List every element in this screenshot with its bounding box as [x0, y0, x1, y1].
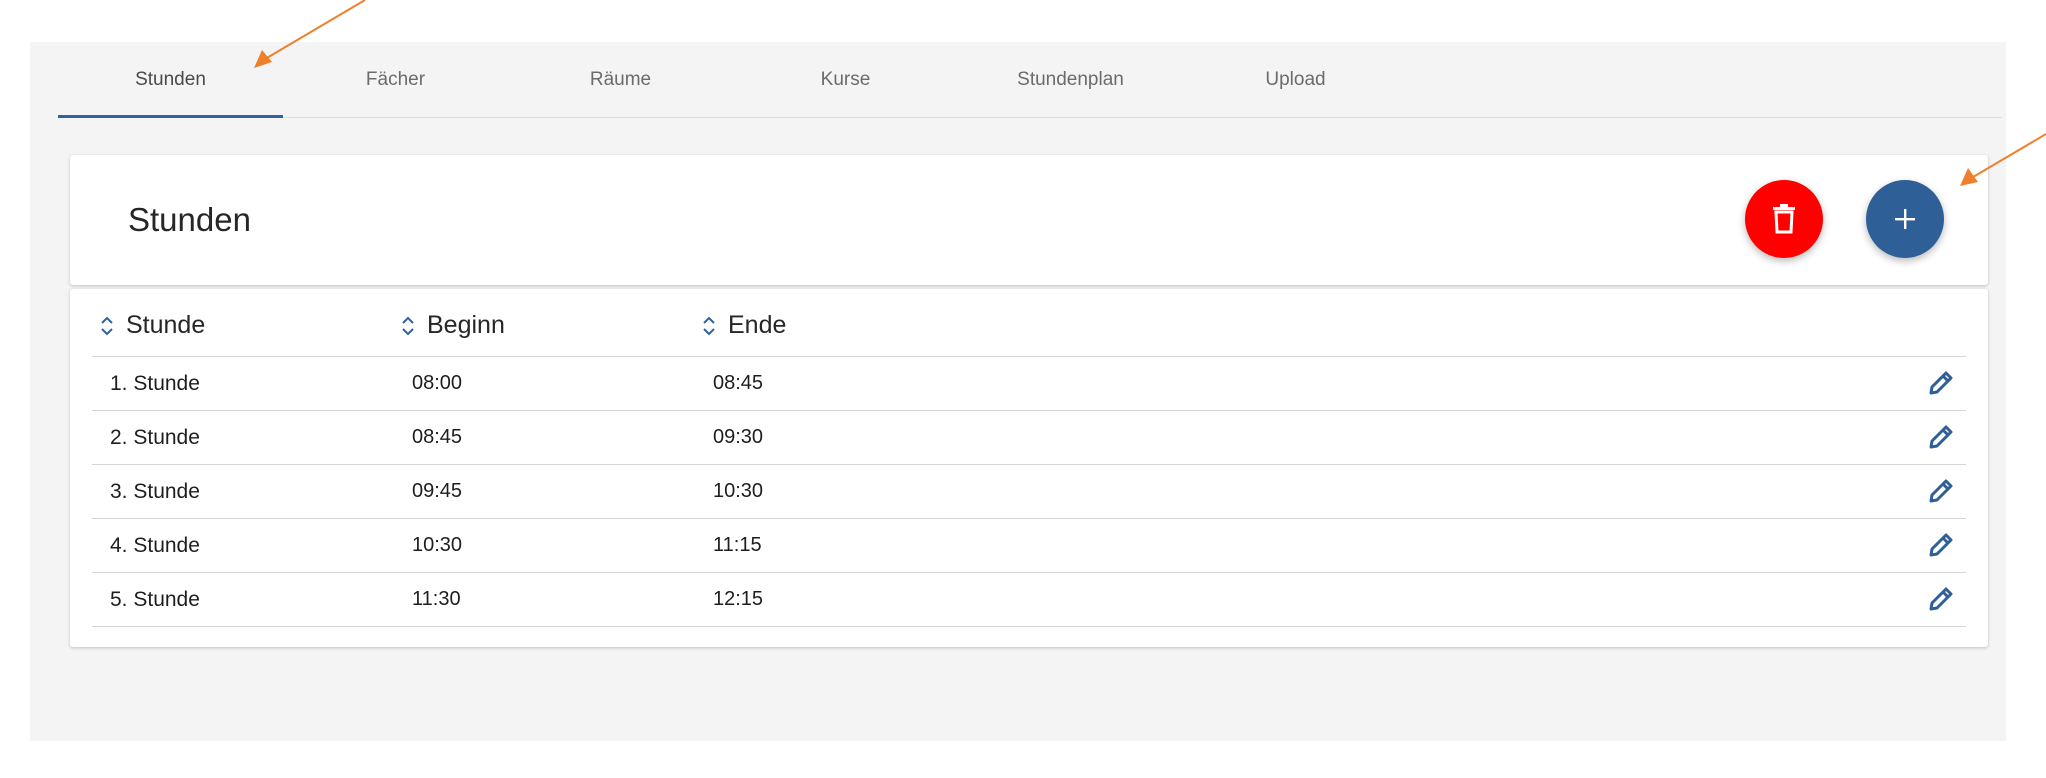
trash-icon [1773, 204, 1795, 234]
table-row: 3. Stunde 09:45 10:30 [92, 465, 1966, 519]
column-header-stunde[interactable]: Stunde [100, 311, 205, 340]
cell-stunde: 2. Stunde [110, 425, 200, 449]
tab-faecher[interactable]: Fächer [283, 42, 508, 117]
cell-ende: 11:15 [713, 534, 762, 556]
header-card: Stunden [70, 155, 1988, 285]
pencil-icon [1929, 587, 1953, 611]
add-button[interactable] [1866, 180, 1944, 258]
pencil-icon [1929, 371, 1953, 395]
sort-chevrons-icon [100, 315, 114, 337]
sort-chevrons-icon [702, 315, 716, 337]
cell-stunde: 5. Stunde [110, 587, 200, 611]
cell-beginn: 09:45 [412, 480, 463, 502]
pencil-icon [1929, 425, 1953, 449]
tab-label: Stunden [135, 68, 206, 90]
table-card: Stunde Beginn Ende 1. Stunde 08:00 08:45… [70, 289, 1988, 647]
tab-raeume[interactable]: Räume [508, 42, 733, 117]
table-row: 1. Stunde 08:00 08:45 [92, 357, 1966, 411]
edit-row-button[interactable] [1926, 584, 1956, 614]
pencil-icon [1929, 479, 1953, 503]
edit-row-button[interactable] [1926, 368, 1956, 398]
cell-stunde: 1. Stunde [110, 371, 200, 395]
tab-label: Stundenplan [1017, 68, 1124, 90]
tab-label: Upload [1265, 68, 1326, 90]
pencil-icon [1929, 533, 1953, 557]
lessons-table: Stunde Beginn Ende 1. Stunde 08:00 08:45… [92, 289, 1966, 627]
cell-ende: 12:15 [713, 588, 764, 610]
tab-stundenplan[interactable]: Stundenplan [958, 42, 1183, 117]
table-row: 5. Stunde 11:30 12:15 [92, 573, 1966, 627]
cell-beginn: 10:30 [412, 534, 463, 556]
delete-button[interactable] [1745, 180, 1823, 258]
column-header-ende[interactable]: Ende [702, 311, 786, 340]
app-frame: Stunden Fächer Räume Kurse Stundenplan U… [30, 42, 2006, 741]
sort-chevrons-icon [401, 315, 415, 337]
cell-ende: 10:30 [713, 480, 764, 502]
table-row: 2. Stunde 08:45 09:30 [92, 411, 1966, 465]
edit-row-button[interactable] [1926, 422, 1956, 452]
tab-kurse[interactable]: Kurse [733, 42, 958, 117]
edit-row-button[interactable] [1926, 476, 1956, 506]
cell-stunde: 4. Stunde [110, 533, 200, 557]
tab-label: Fächer [365, 68, 426, 90]
plus-icon [1895, 209, 1915, 229]
page-title: Stunden [128, 201, 251, 238]
table-row: 4. Stunde 10:30 11:15 [92, 519, 1966, 573]
column-header-beginn[interactable]: Beginn [401, 311, 505, 340]
column-header-label: Ende [728, 311, 787, 339]
column-header-label: Beginn [427, 311, 505, 339]
column-header-label: Stunde [126, 311, 206, 339]
tab-label: Räume [589, 68, 652, 90]
tab-upload[interactable]: Upload [1183, 42, 1408, 117]
cell-ende: 08:45 [713, 372, 764, 394]
tab-bar: Stunden Fächer Räume Kurse Stundenplan U… [58, 42, 2002, 118]
cell-beginn: 11:30 [412, 588, 461, 610]
cell-beginn: 08:45 [412, 426, 463, 448]
cell-ende: 09:30 [713, 426, 764, 448]
cell-stunde: 3. Stunde [110, 479, 200, 503]
tab-stunden[interactable]: Stunden [58, 42, 283, 118]
tab-label: Kurse [820, 68, 871, 90]
edit-row-button[interactable] [1926, 530, 1956, 560]
table-header: Stunde Beginn Ende [92, 289, 1966, 357]
cell-beginn: 08:00 [412, 372, 463, 394]
